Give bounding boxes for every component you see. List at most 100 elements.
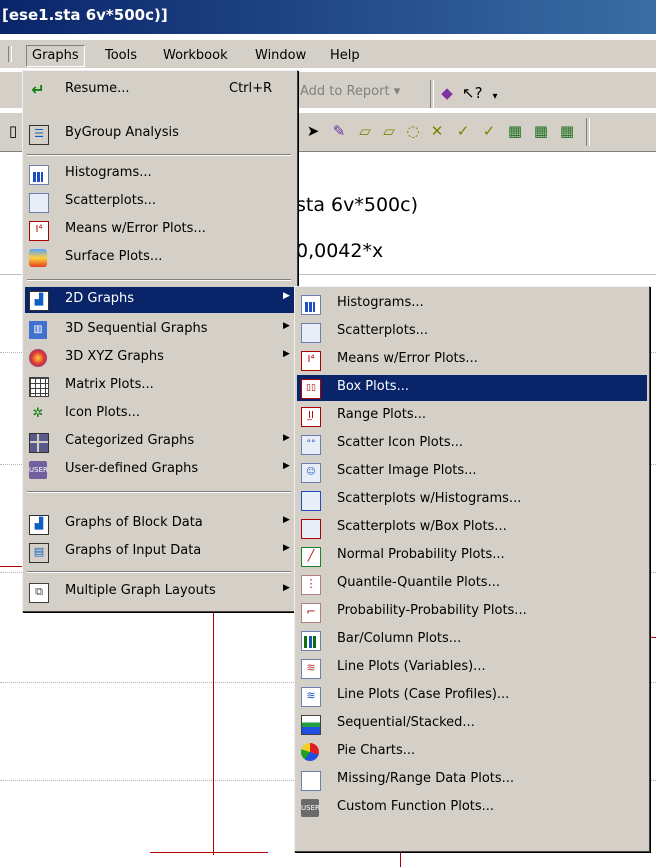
menu-item-matrix[interactable]: Matrix Plots... xyxy=(25,373,295,399)
menu-workbook[interactable]: Workbook xyxy=(158,46,233,66)
menu-item-label: Range Plots... xyxy=(337,407,427,422)
menu-item-block-data[interactable]: ▟ Graphs of Block Data ▶ xyxy=(25,511,295,537)
menu-separator xyxy=(27,279,291,281)
book-icon[interactable]: ◆ xyxy=(438,84,456,102)
menu-item-means-error[interactable]: I⁴ Means w/Error Plots... xyxy=(25,217,295,243)
menu-window-label: Window xyxy=(255,48,307,63)
submenu-item-bar-column[interactable]: Bar/Column Plots... xyxy=(297,627,647,653)
submenu-item-histograms[interactable]: Histograms... xyxy=(297,291,647,317)
means-error-icon: I⁴ xyxy=(301,351,321,371)
submenu-item-scatter-hist[interactable]: Scatterplots w/Histograms... xyxy=(297,487,647,513)
submenu-item-range-plots[interactable]: I̲I Range Plots... xyxy=(297,403,647,429)
menu-item-input-data[interactable]: ▤ Graphs of Input Data ▶ xyxy=(25,539,295,565)
menu-item-label: Sequential/Stacked... xyxy=(337,715,475,730)
menu-item-label: Line Plots (Variables)... xyxy=(337,659,486,674)
menu-item-label: 3D XYZ Graphs xyxy=(65,349,164,364)
submenu-arrow-icon: ▶ xyxy=(283,433,290,443)
submenu-item-scatter-box[interactable]: Scatterplots w/Box Plots... xyxy=(297,515,647,541)
submenu-arrow-icon: ▶ xyxy=(283,461,290,471)
menu-item-label: Surface Plots... xyxy=(65,249,163,264)
text-tool-icon[interactable]: ✎ xyxy=(330,122,348,140)
menu-item-label: Multiple Graph Layouts xyxy=(65,583,216,598)
scatterplot-icon xyxy=(301,323,321,343)
menu-graphs[interactable]: Graphs xyxy=(26,45,85,67)
menu-item-2d-graphs[interactable]: ▟ 2D Graphs ▶ xyxy=(25,287,295,313)
scatter-icon-plot-icon: °° xyxy=(301,435,321,455)
menu-window[interactable]: Window xyxy=(250,46,311,66)
histogram-icon xyxy=(29,165,49,185)
menu-item-icon-plots[interactable]: ✲ Icon Plots... xyxy=(25,401,295,427)
block-data-icon: ▟ xyxy=(29,515,49,535)
2d-graphs-submenu: Histograms... Scatterplots... I⁴ Means w… xyxy=(294,286,650,852)
submenu-item-sequential[interactable]: Sequential/Stacked... xyxy=(297,711,647,737)
menu-tools[interactable]: Tools xyxy=(100,46,142,66)
draw-tool3-icon[interactable]: ◌ xyxy=(404,122,422,140)
toolbar-dropdown-icon[interactable]: ▾ xyxy=(486,88,504,106)
user-defined-icon: USER xyxy=(29,461,48,479)
menu-item-3d-sequential[interactable]: ▥ 3D Sequential Graphs ▶ xyxy=(25,317,295,343)
menu-item-label: Box Plots... xyxy=(337,379,409,394)
menu-item-label: Resume... xyxy=(65,81,130,96)
menu-item-surface[interactable]: Surface Plots... xyxy=(25,245,295,271)
submenu-item-pp[interactable]: ⌐ Probability-Probability Plots... xyxy=(297,599,647,625)
menu-item-bygroup[interactable]: ☰ ByGroup Analysis xyxy=(25,121,295,147)
matrix-icon xyxy=(29,377,49,397)
submenu-item-scatter-image[interactable]: ☺ Scatter Image Plots... xyxy=(297,459,647,485)
menu-item-label: Scatterplots w/Histograms... xyxy=(337,491,522,506)
submenu-item-scatter-icon[interactable]: °° Scatter Icon Plots... xyxy=(297,431,647,457)
plot-line xyxy=(0,566,24,567)
pp-icon: ⌐ xyxy=(301,603,321,623)
whisker-cap xyxy=(150,852,268,853)
submenu-item-scatterplots[interactable]: Scatterplots... xyxy=(297,319,647,345)
menu-item-label: Missing/Range Data Plots... xyxy=(337,771,515,786)
menu-item-layouts[interactable]: ⧉ Multiple Graph Layouts ▶ xyxy=(25,579,295,605)
menu-item-scatterplots[interactable]: Scatterplots... xyxy=(25,189,295,215)
title-bar: [ese1.sta 6v*500c)] xyxy=(0,0,656,34)
menu-help[interactable]: Help xyxy=(325,46,365,66)
resume-icon: ↵ xyxy=(31,80,45,99)
menu-item-label: Scatterplots w/Box Plots... xyxy=(337,519,507,534)
submenu-item-custom-function[interactable]: USER Custom Function Plots... xyxy=(297,795,647,821)
menu-item-histograms[interactable]: Histograms... xyxy=(25,161,295,187)
2d-graphs-icon: ▟ xyxy=(29,291,49,311)
histogram-icon xyxy=(301,295,321,315)
submenu-item-line-case[interactable]: ≋ Line Plots (Case Profiles)... xyxy=(297,683,647,709)
brush-tool2-icon[interactable]: ✓ xyxy=(480,122,498,140)
submenu-item-box-plots[interactable]: ▯▯ Box Plots... xyxy=(297,375,647,401)
menu-help-label: Help xyxy=(330,48,360,63)
add-to-report-button[interactable]: Add to Report ▾ xyxy=(300,84,400,99)
pie-icon xyxy=(301,743,319,761)
toolbar-fragment-icon[interactable]: ▯ xyxy=(4,122,22,140)
window-title: [ese1.sta 6v*500c)] xyxy=(2,6,168,24)
menu-item-label: User-defined Graphs xyxy=(65,461,199,476)
brush-tool-icon[interactable]: ✓ xyxy=(454,122,472,140)
menu-item-resume[interactable]: ↵ Resume... Ctrl+R xyxy=(25,77,295,103)
scatter-hist-icon xyxy=(301,491,321,511)
pointer-tool-icon[interactable]: ➤ xyxy=(304,122,322,140)
submenu-item-line-vars[interactable]: ≋ Line Plots (Variables)... xyxy=(297,655,647,681)
menu-item-label: 3D Sequential Graphs xyxy=(65,321,208,336)
menu-item-label: Icon Plots... xyxy=(65,405,140,420)
draw-tool-icon[interactable]: ▱ xyxy=(356,122,374,140)
submenu-item-qq[interactable]: ⋮ Quantile-Quantile Plots... xyxy=(297,571,647,597)
categorized-icon xyxy=(29,433,49,453)
submenu-item-means-error[interactable]: I⁴ Means w/Error Plots... xyxy=(297,347,647,373)
line-vars-icon: ≋ xyxy=(301,659,321,679)
normal-prob-icon: ╱ xyxy=(301,547,321,567)
graphs-menu: ↵ Resume... Ctrl+R ☰ ByGroup Analysis Hi… xyxy=(22,70,298,612)
submenu-item-pie[interactable]: Pie Charts... xyxy=(297,739,647,765)
graph-tool2-icon[interactable]: ▦ xyxy=(532,122,550,140)
menu-item-user-defined[interactable]: USER User-defined Graphs ▶ xyxy=(25,457,295,483)
missing-range-icon xyxy=(301,771,321,791)
submenu-item-missing-range[interactable]: Missing/Range Data Plots... xyxy=(297,767,647,793)
menu-item-3d-xyz[interactable]: 3D XYZ Graphs ▶ xyxy=(25,345,295,371)
input-data-icon: ▤ xyxy=(29,543,49,563)
graph-tool-icon[interactable]: ▦ xyxy=(506,122,524,140)
menu-item-categorized[interactable]: Categorized Graphs ▶ xyxy=(25,429,295,455)
submenu-item-normal-prob[interactable]: ╱ Normal Probability Plots... xyxy=(297,543,647,569)
graph-tool3-icon[interactable]: ▦ xyxy=(558,122,576,140)
draw-tool2-icon[interactable]: ▱ xyxy=(380,122,398,140)
whats-this-help-icon[interactable]: ↖? xyxy=(462,84,483,102)
bar-column-icon xyxy=(301,631,321,651)
line-tool-icon[interactable]: ✕ xyxy=(428,122,446,140)
